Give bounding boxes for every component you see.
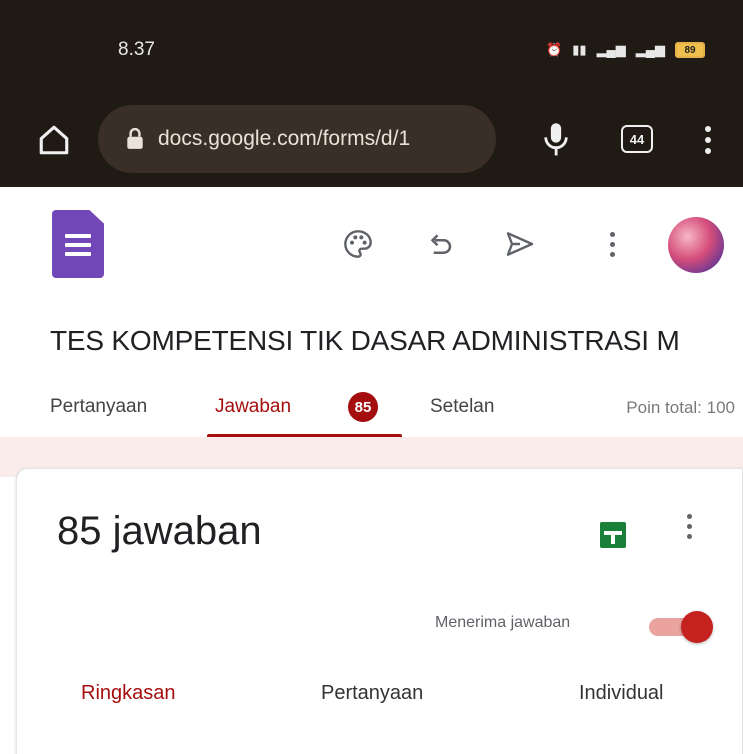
more-vert-icon bbox=[609, 231, 615, 257]
url-text: docs.google.com/forms/d/1 bbox=[158, 127, 411, 150]
home-icon bbox=[39, 125, 69, 155]
home-button[interactable] bbox=[34, 120, 74, 160]
tab-count: 44 bbox=[621, 125, 653, 153]
accepting-responses-label: Menerima jawaban bbox=[435, 614, 571, 631]
tab-switcher-button[interactable]: 44 bbox=[618, 121, 656, 157]
palette-icon bbox=[344, 230, 372, 258]
google-sheets-icon[interactable] bbox=[600, 522, 626, 548]
avatar[interactable] bbox=[668, 217, 724, 273]
browser-menu-button[interactable] bbox=[693, 120, 723, 160]
voice-search-button[interactable] bbox=[536, 120, 576, 160]
tab-jawaban[interactable]: Jawaban bbox=[215, 396, 291, 418]
status-bar: 8.37 ⏰ ▮▮ ▂▄▆ ▂▄▆ 89 bbox=[0, 0, 743, 95]
google-forms-logo[interactable] bbox=[52, 210, 104, 278]
responses-card: 85 jawaban Menerima jawaban Ringkasan Pe… bbox=[16, 468, 743, 754]
status-time: 8.37 bbox=[118, 39, 155, 60]
battery-icon: 89 bbox=[675, 42, 705, 58]
customize-theme-button[interactable] bbox=[338, 224, 378, 264]
total-points: Poin total: 100 bbox=[626, 398, 735, 417]
tab-setelan[interactable]: Setelan bbox=[430, 396, 494, 418]
mic-icon bbox=[544, 123, 568, 156]
signal-icon: ▂▄▆ bbox=[596, 42, 626, 57]
signal-icon-2: ▂▄▆ bbox=[635, 42, 665, 57]
toggle-knob bbox=[681, 611, 713, 643]
alarm-icon: ⏰ bbox=[546, 42, 563, 57]
form-tabs: Pertanyaan Jawaban 85 Setelan Poin total… bbox=[0, 390, 743, 442]
browser-toolbar: docs.google.com/forms/d/1 44 bbox=[0, 95, 743, 187]
screen: 8.37 ⏰ ▮▮ ▂▄▆ ▂▄▆ 89 docs.google.com/for… bbox=[0, 0, 743, 754]
accepting-responses-toggle[interactable] bbox=[649, 611, 715, 643]
responses-more-button[interactable] bbox=[687, 514, 692, 539]
lock-icon bbox=[127, 128, 143, 149]
battery-level: 89 bbox=[684, 44, 696, 56]
send-button[interactable] bbox=[500, 224, 540, 264]
responses-count: 85 jawaban bbox=[57, 509, 262, 553]
status-icons: ⏰ ▮▮ ▂▄▆ ▂▄▆ 89 bbox=[546, 42, 705, 58]
responses-count-badge: 85 bbox=[348, 392, 378, 422]
undo-button[interactable] bbox=[420, 224, 460, 264]
volte-icon: ▮▮ bbox=[572, 42, 587, 57]
address-bar[interactable]: docs.google.com/forms/d/1 bbox=[98, 105, 496, 173]
undo-icon bbox=[430, 234, 452, 254]
tab-pertanyaan[interactable]: Pertanyaan bbox=[50, 396, 147, 418]
subtab-individual[interactable]: Individual bbox=[579, 682, 664, 705]
form-title: TES KOMPETENSI TIK DASAR ADMINISTRASI M bbox=[50, 325, 680, 356]
more-options-button[interactable] bbox=[592, 224, 632, 264]
send-icon bbox=[506, 232, 534, 256]
subtab-ringkasan[interactable]: Ringkasan bbox=[81, 682, 176, 705]
more-vert-icon bbox=[687, 514, 692, 539]
subtab-pertanyaan[interactable]: Pertanyaan bbox=[321, 682, 423, 705]
forms-app-bar bbox=[0, 187, 743, 297]
